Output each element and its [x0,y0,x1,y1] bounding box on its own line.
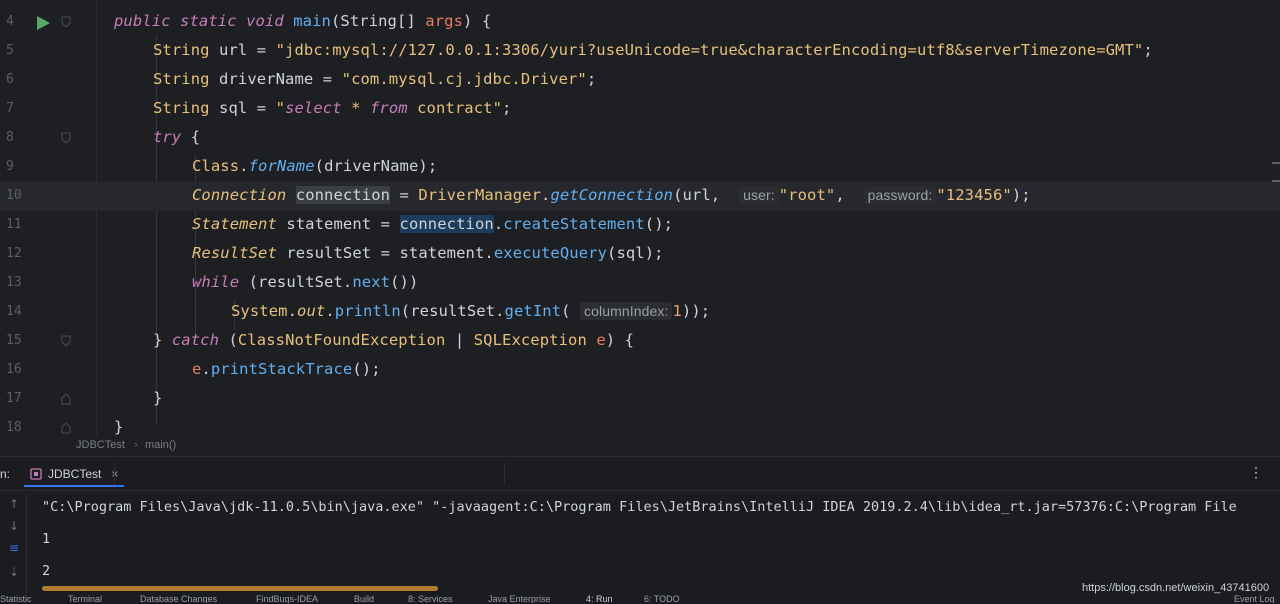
code-line[interactable]: 7 String sql = "select * from contract"; [0,95,1280,124]
code-text: String url = "jdbc:mysql://127.0.0.1:330… [153,41,1153,59]
scroll-up-icon[interactable]: ↑ [9,497,19,511]
fold-marker-icon[interactable] [61,335,71,347]
console-line: 1 [42,531,51,547]
run-side-toolbar: ↑ ↓ ≡ ⇣ [0,493,27,593]
fold-marker-icon[interactable] [61,16,71,28]
code-line[interactable]: 6 String driverName = "com.mysql.cj.jdbc… [0,66,1280,95]
fold-marker-icon[interactable] [61,132,71,144]
tool-todo[interactable]: 6: TODO [644,595,680,603]
run-gutter-icon[interactable] [36,15,50,34]
code-line[interactable]: 17 } [0,385,1280,414]
tool-statistic[interactable]: Statistic [0,595,32,603]
fold-marker-icon[interactable] [61,393,71,405]
tool-run[interactable]: 4: Run [586,595,613,603]
code-text: public static void main(String[] args) { [114,12,492,30]
scrollbar-marker [1272,162,1280,164]
tool-findbugs[interactable]: FindBugs-IDEA [256,595,318,603]
code-text: System.out.println(resultSet.getInt( col… [231,302,711,320]
code-line[interactable]: 9 Class.forName(driverName); [0,153,1280,182]
run-tabbar: n: JDBCTest × ⋮ [0,457,1280,491]
watermark: https://blog.csdn.net/weixin_43741600 [1082,582,1270,594]
code-line[interactable]: 18 } [0,414,1280,436]
line-number: 12 [6,246,22,261]
line-number: 18 [6,420,22,435]
code-text: String driverName = "com.mysql.cj.jdbc.D… [153,70,597,88]
code-text: e.printStackTrace(); [192,360,381,378]
code-line[interactable]: 15 } catch (ClassNotFoundException | SQL… [0,327,1280,356]
code-line[interactable]: 12 ResultSet resultSet = statement.execu… [0,240,1280,269]
tool-services[interactable]: 8: Services [408,595,453,603]
line-number: 7 [6,101,14,116]
tool-build[interactable]: Build [354,595,374,603]
tab-label: JDBCTest [48,467,102,481]
soft-wrap-icon[interactable]: ≡ [9,541,19,555]
line-number: 9 [6,159,14,174]
line-number: 14 [6,304,22,319]
code-text: Connection connection = DriverManager.ge… [192,186,1031,204]
line-number: 8 [6,130,14,145]
console-line: "C:\Program Files\Java\jdk-11.0.5\bin\ja… [42,499,1237,515]
param-hint: user: [739,186,779,204]
scrollbar-marker [1272,180,1280,182]
fold-marker-icon[interactable] [61,422,71,434]
run-panel-prefix: n: [0,467,11,481]
code-editor[interactable]: 4 public static void main(String[] args)… [0,0,1280,436]
code-text: Class.forName(driverName); [192,157,438,175]
tab-jdbctest[interactable]: JDBCTest × [24,463,125,487]
breadcrumb: JDBCTest › main() [0,436,1280,456]
line-number: 17 [6,391,22,406]
tool-database-changes[interactable]: Database Changes [140,595,217,603]
code-line[interactable]: 8 try { [0,124,1280,153]
line-number: 4 [6,14,14,29]
tool-terminal[interactable]: Terminal [68,595,102,603]
code-text: while (resultSet.next()) [192,273,419,291]
breadcrumb-method[interactable]: main() [145,439,176,451]
line-number: 11 [6,217,22,232]
code-line[interactable]: 4 public static void main(String[] args)… [0,8,1280,37]
console-line: 2 [42,563,51,579]
code-line[interactable]: 14 System.out.println(resultSet.getInt( … [0,298,1280,327]
breadcrumb-class[interactable]: JDBCTest [76,439,125,451]
scroll-to-end-icon[interactable]: ⇣ [9,565,19,579]
code-text: String sql = "select * from contract"; [153,99,512,117]
code-text: try { [153,128,201,146]
line-number: 13 [6,275,22,290]
line-number: 10 [6,188,22,203]
code-text: ResultSet resultSet = statement.executeQ… [192,244,664,262]
run-config-icon [30,468,42,480]
more-options-icon[interactable]: ⋮ [1249,465,1263,481]
horizontal-scrollbar[interactable] [42,586,438,591]
breadcrumb-separator: › [134,439,138,451]
param-hint: password: [863,186,937,204]
code-text: } catch (ClassNotFoundException | SQLExc… [153,331,635,349]
line-number: 15 [6,333,22,348]
code-line[interactable]: 13 while (resultSet.next()) [0,269,1280,298]
line-number: 5 [6,43,14,58]
code-text: } [114,418,124,436]
code-line[interactable]: 5 String url = "jdbc:mysql://127.0.0.1:3… [0,37,1280,66]
param-hint: columnIndex: [580,302,673,320]
line-number: 6 [6,72,14,87]
tool-java-enterprise[interactable]: Java Enterprise [488,595,551,603]
code-text: } [153,389,163,407]
tool-event-log[interactable]: Event Log [1234,595,1275,603]
code-text: Statement statement = connection.createS… [192,215,674,233]
code-line[interactable]: 16 e.printStackTrace(); [0,356,1280,385]
scroll-down-icon[interactable]: ↓ [9,519,19,533]
divider [504,463,505,485]
line-number: 16 [6,362,22,377]
tool-window-bar: Statistic Terminal Database Changes Find… [0,595,1280,603]
code-line-current[interactable]: 10 Connection connection = DriverManager… [0,182,1280,211]
divider [114,463,115,485]
code-line[interactable]: 11 Statement statement = connection.crea… [0,211,1280,240]
